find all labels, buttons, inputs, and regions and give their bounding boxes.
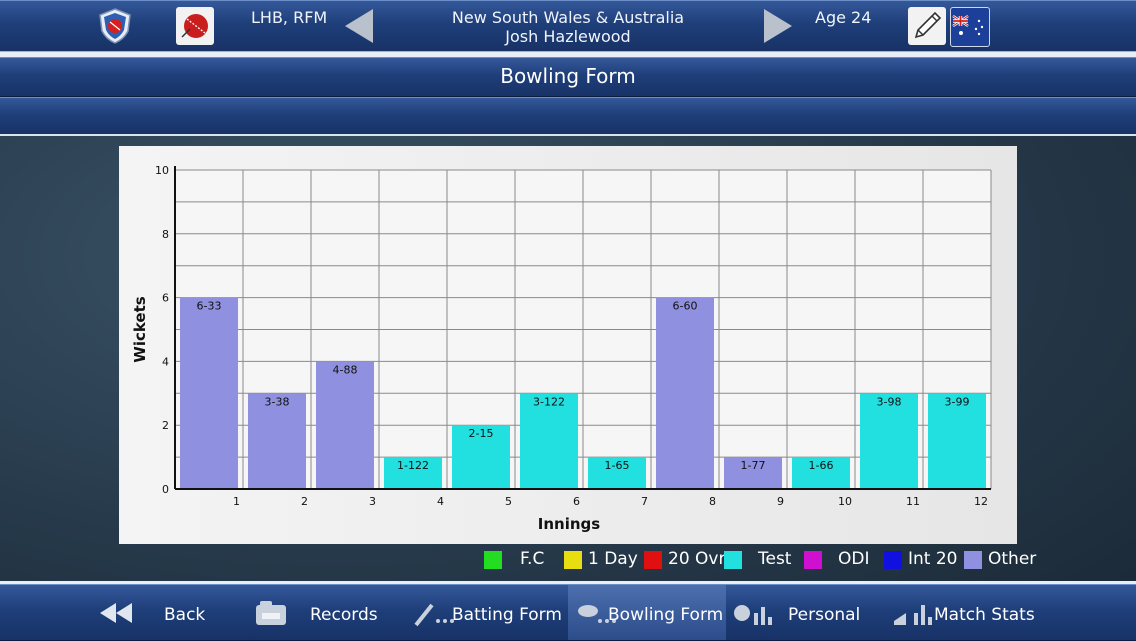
title-bar: Bowling Form <box>0 57 1136 97</box>
x-tick-label: 12 <box>974 495 988 508</box>
player-age: Age 24 <box>815 8 872 27</box>
x-tick-label: 5 <box>505 495 512 508</box>
y-tick-label: 2 <box>162 419 169 432</box>
chart-svg: 6-33 3-38 4-88 1-122 2-15 3-122 1-65 6-60 1-77 1-… <box>131 164 992 533</box>
bar-label-12: 3-99 <box>945 395 970 408</box>
bottom-nav-bar: Back Records Batting Form Bowling Form P… <box>0 581 1136 641</box>
personal-button[interactable]: Personal <box>728 585 878 640</box>
legend-swatch-1day <box>564 551 582 569</box>
bar-3 <box>316 361 374 489</box>
y-axis-title: Wickets <box>131 296 149 362</box>
legend-swatch-other <box>964 551 982 569</box>
team-shield-icon[interactable] <box>96 7 134 45</box>
legend-label-20ovr: 20 Ovr <box>668 549 726 569</box>
legend-label-int20: Int 20 <box>908 549 958 569</box>
bar-label-10: 1-66 <box>809 459 834 472</box>
legend-swatch-20ovr <box>644 551 662 569</box>
batting-form-button[interactable]: Batting Form <box>408 585 566 640</box>
x-tick-label: 2 <box>301 495 308 508</box>
bar-label-1: 6-33 <box>197 300 222 313</box>
x-tick-label: 7 <box>641 495 648 508</box>
records-label: Records <box>310 605 378 625</box>
match-stats-icon <box>894 605 932 625</box>
y-tick-label: 0 <box>162 483 169 496</box>
bar-1 <box>180 297 238 489</box>
legend-swatch-int20 <box>884 551 902 569</box>
next-player-arrow-icon[interactable] <box>764 9 792 43</box>
records-folder-icon <box>256 601 286 625</box>
previous-player-arrow-icon[interactable] <box>345 9 373 43</box>
bar-label-11: 3-98 <box>877 395 902 408</box>
back-label: Back <box>164 605 206 625</box>
x-axis-title: Innings <box>538 515 600 533</box>
batting-form-label: Batting Form <box>452 605 562 625</box>
bar-label-3: 4-88 <box>333 363 358 376</box>
sub-bar <box>0 97 1136 135</box>
personal-label: Personal <box>788 605 861 625</box>
page-title: Bowling Form <box>500 64 636 88</box>
player-name: Josh Hazlewood <box>505 27 631 46</box>
match-stats-button[interactable]: Match Stats <box>888 585 1038 640</box>
handedness-label: LHB, RFM <box>251 8 328 27</box>
legend-label-test: Test <box>758 549 792 569</box>
x-tick-label: 11 <box>906 495 920 508</box>
player-teams: New South Wales & Australia <box>451 8 685 27</box>
x-tick-label: 4 <box>437 495 444 508</box>
y-tick-label: 8 <box>162 228 169 241</box>
chart-legend: F.C 1 Day 20 Ovr Test ODI Int 20 Other <box>484 549 1044 571</box>
bar-label-6: 3-122 <box>533 395 565 408</box>
y-tick-label: 4 <box>162 355 169 368</box>
legend-label-other: Other <box>988 549 1037 569</box>
pencil-edit-icon[interactable] <box>908 7 946 45</box>
bowling-form-button[interactable]: Bowling Form <box>568 585 726 640</box>
bar-label-4: 1-122 <box>397 459 429 472</box>
legend-label-odi: ODI <box>838 549 870 569</box>
x-tick-label: 6 <box>573 495 580 508</box>
legend-swatch-odi <box>804 551 822 569</box>
double-left-arrow-icon <box>100 603 132 623</box>
legend-swatch-fc <box>484 551 502 569</box>
x-tick-label: 8 <box>709 495 716 508</box>
bar-8 <box>656 297 714 489</box>
y-tick-label: 10 <box>155 164 169 177</box>
y-tick-label: 6 <box>162 292 169 305</box>
x-tick-label: 1 <box>233 495 240 508</box>
legend-swatch-test <box>724 551 742 569</box>
back-button[interactable]: Back <box>88 585 238 640</box>
bar-label-5: 2-15 <box>469 427 494 440</box>
australia-flag-icon[interactable] <box>950 7 990 47</box>
bowling-form-label: Bowling Form <box>608 605 724 625</box>
records-button[interactable]: Records <box>248 585 398 640</box>
bar-label-8: 6-60 <box>673 300 698 313</box>
match-stats-label: Match Stats <box>934 605 1035 625</box>
bat-icon <box>414 603 454 627</box>
x-tick-label: 9 <box>777 495 784 508</box>
x-tick-label: 10 <box>838 495 852 508</box>
bar-label-2: 3-38 <box>265 395 290 408</box>
cricket-ball-icon[interactable] <box>176 7 214 45</box>
legend-label-fc: F.C <box>520 549 545 569</box>
x-tick-label: 3 <box>369 495 376 508</box>
top-bar: LHB, RFM New South Wales & Australia Jos… <box>0 0 1136 57</box>
bar-label-9: 1-77 <box>741 459 766 472</box>
bowling-form-chart: 6-33 3-38 4-88 1-122 2-15 3-122 1-65 6-60 1-77 1-… <box>119 146 1017 544</box>
personal-stats-icon <box>734 605 772 625</box>
bar-label-7: 1-65 <box>605 459 630 472</box>
legend-label-1day: 1 Day <box>588 549 638 569</box>
